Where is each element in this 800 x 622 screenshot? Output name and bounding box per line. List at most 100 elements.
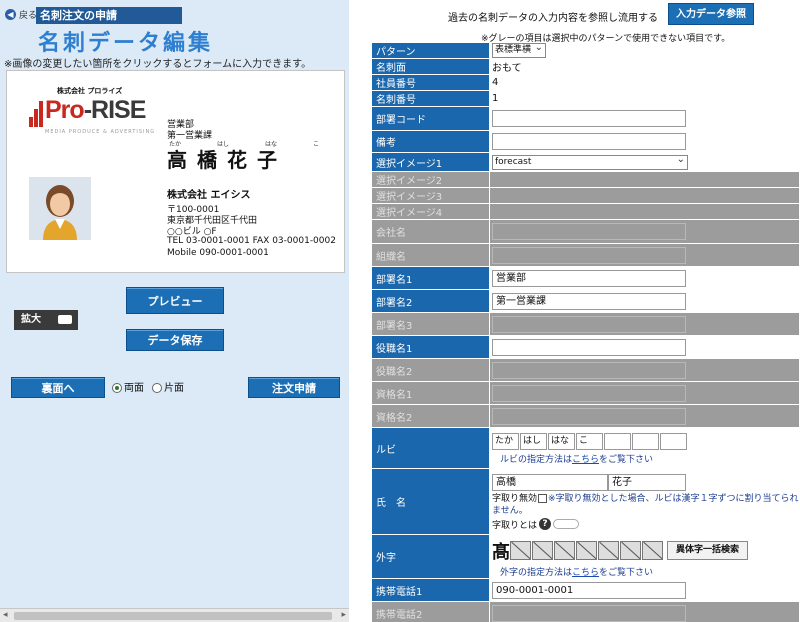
image4-value <box>489 203 800 220</box>
gaiji-box[interactable] <box>598 541 619 560</box>
image1-label: 選択イメージ1 <box>371 152 490 172</box>
back-side-button[interactable]: 裏面へ <box>11 377 105 398</box>
scrollbar-thumb[interactable] <box>14 612 332 620</box>
card-mobile[interactable]: Mobile 090-0001-0001 <box>167 248 269 258</box>
page-title: 名刺データ編集 <box>38 31 214 56</box>
ruby-box[interactable]: はな <box>548 432 575 450</box>
business-card-preview[interactable]: 株式会社 プロライズ Pro-RISE MEDIA PRODUCE & ADVE… <box>6 70 345 273</box>
ruby-box[interactable] <box>604 432 631 450</box>
one-side-radio[interactable]: 片面 <box>152 379 184 394</box>
past-data-label: 過去の名刺データの入力内容を参照し流用する <box>448 13 658 24</box>
ruby-box[interactable]: たか <box>492 432 519 450</box>
dept1-label: 部署名1 <box>371 266 490 290</box>
gaiji-box[interactable] <box>510 541 531 560</box>
instruction-note: ※画像の変更したい箇所をクリックするとフォームに入力できます。 <box>4 59 312 70</box>
ruby-box[interactable] <box>632 432 659 450</box>
qual1-label: 資格名1 <box>371 381 490 405</box>
dept1-input[interactable]: 営業部 <box>492 269 686 287</box>
ruby-box[interactable]: こ <box>576 432 603 450</box>
input-data-reference-button[interactable]: 入力データ参照 <box>668 3 754 25</box>
image4-label: 選択イメージ4 <box>371 203 490 220</box>
ruby-help: ルビの指定方法はこちらをご覧下さい <box>500 454 654 465</box>
remarks-label: 備考 <box>371 130 490 153</box>
toggle-switch-icon <box>58 315 72 324</box>
gaiji-box[interactable] <box>576 541 597 560</box>
title2-label: 役職名2 <box>371 358 490 382</box>
pattern-label: パターン <box>371 42 490 59</box>
first-name-input[interactable]: 花子 <box>608 473 686 491</box>
pattern-select[interactable]: 表標準横 <box>492 41 547 58</box>
both-sides-radio[interactable]: 両面 <box>112 379 144 394</box>
gaiji-box[interactable] <box>620 541 641 560</box>
back-arrow-icon: ◀ <box>5 9 16 20</box>
side-label: 名刺面 <box>371 58 490 75</box>
card-tel-fax[interactable]: TEL 03-0001-0001 FAX 03-0001-0002 <box>167 236 336 246</box>
mobile1-input[interactable]: 090-0001-0001 <box>492 581 686 599</box>
zoom-label: 拡大 <box>21 314 41 325</box>
gaiji-char: 髙 <box>492 541 510 563</box>
kerning-what-label: 字取りとは <box>492 520 538 531</box>
mobile2-label: 携帯電話2 <box>371 601 490 622</box>
side-value: おもて <box>489 58 800 75</box>
form-pane: 過去の名刺データの入力内容を参照し流用する 入力データ参照 ※グレーの項目は選択… <box>351 0 800 622</box>
title2-input <box>492 361 686 379</box>
zoom-toggle[interactable]: 拡大 <box>14 310 78 330</box>
back-link[interactable]: ◀ 戻る <box>5 8 37 21</box>
dept3-input <box>492 315 686 333</box>
scroll-right-icon[interactable]: ▸ <box>341 610 346 620</box>
title1-input[interactable] <box>492 338 686 356</box>
radio-unchecked-icon <box>152 383 162 393</box>
help-question-icon[interactable]: ? <box>539 518 552 530</box>
card-company[interactable]: 株式会社 エイシス <box>167 186 250 201</box>
image1-select[interactable]: forecast <box>492 153 688 170</box>
logo-tagline: MEDIA PRODUCE & ADVERTISING <box>45 129 156 135</box>
card-editor-pane: ◀ 戻る 名刺注文の申請 名刺データ編集 ※画像の変更したい箇所をクリックすると… <box>0 0 349 622</box>
last-name-input[interactable]: 高橋 <box>492 473 608 491</box>
variant-batch-search-button[interactable]: 異体字一括検索 <box>667 541 749 560</box>
image2-value <box>489 171 800 188</box>
scroll-left-icon[interactable]: ◂ <box>3 610 8 620</box>
horizontal-scrollbar[interactable]: ◂ ▸ <box>0 608 349 622</box>
remarks-input[interactable] <box>492 133 686 150</box>
side-option-group: 両面 片面 <box>112 379 184 394</box>
save-data-button[interactable]: データ保存 <box>126 329 224 351</box>
title1-label: 役職名1 <box>371 335 490 359</box>
gaiji-label: 外字 <box>371 534 490 579</box>
gaiji-box[interactable] <box>554 541 575 560</box>
back-label: 戻る <box>19 11 38 21</box>
dept2-input[interactable]: 第一営業課 <box>492 292 686 310</box>
name-label: 氏 名 <box>371 468 490 535</box>
card-no-label: 名刺番号 <box>371 90 490 107</box>
mobile1-label: 携帯電話1 <box>371 578 490 602</box>
preview-button[interactable]: プレビュー <box>126 287 224 314</box>
dept-code-label: 部署コード <box>371 106 490 131</box>
order-request-button[interactable]: 注文申請 <box>248 377 340 398</box>
dept-code-input[interactable] <box>492 110 686 127</box>
staff-no-value: 4 <box>489 74 800 91</box>
company-label: 会社名 <box>371 219 490 244</box>
company-logo[interactable]: 株式会社 プロライズ Pro-RISE MEDIA PRODUCE & ADVE… <box>17 86 157 136</box>
logo-brand: Pro-RISE <box>45 96 146 124</box>
qual2-input <box>492 407 686 425</box>
org-input <box>492 246 686 264</box>
card-name[interactable]: 高橋花子 <box>167 144 287 173</box>
card-data-form: パターン 表標準横 名刺面 おもて 社員番号 4 名刺番号 1 部署コード 備考… <box>371 41 800 622</box>
logo-small-text: 株式会社 プロライズ <box>57 87 123 95</box>
dept2-label: 部署名2 <box>371 289 490 313</box>
card-no-value: 1 <box>489 90 800 107</box>
kerning-row: 字取り無効 ※字取り無効とした場合、ルビは漢字１字ずつに割り当てられません。 <box>492 493 799 517</box>
image3-label: 選択イメージ3 <box>371 187 490 204</box>
company-input <box>492 223 686 240</box>
kerning-checkbox[interactable] <box>538 493 548 503</box>
ruby-box[interactable] <box>660 432 687 450</box>
qual1-input <box>492 384 686 402</box>
portrait-photo[interactable] <box>29 177 91 240</box>
gaiji-box[interactable] <box>642 541 663 560</box>
qual2-label: 資格名2 <box>371 404 490 428</box>
breadcrumb: 名刺注文の申請 <box>36 7 182 24</box>
gaiji-box[interactable] <box>532 541 553 560</box>
ruby-box[interactable]: はし <box>520 432 547 450</box>
ruby-help-link[interactable]: こちら <box>572 455 599 465</box>
gaiji-help-link[interactable]: こちら <box>572 568 599 578</box>
image2-label: 選択イメージ2 <box>371 171 490 188</box>
